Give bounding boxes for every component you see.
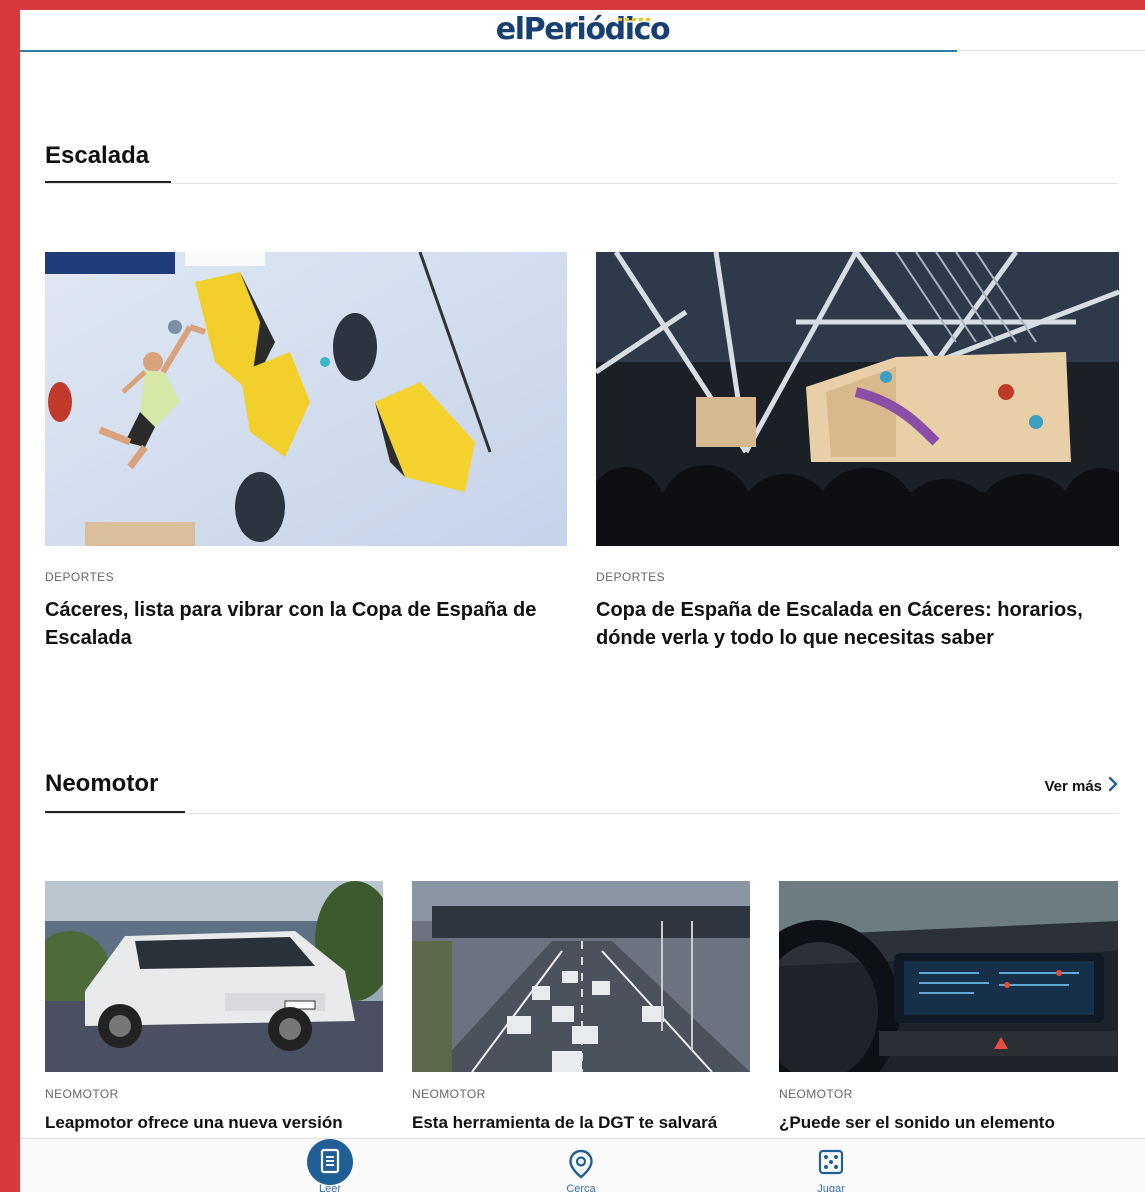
article-kicker: NEOMOTOR <box>412 1087 486 1101</box>
masthead: elPeriódico <box>20 10 1145 54</box>
highway-traffic-photo[interactable] <box>412 881 750 1072</box>
see-more-link[interactable]: Ver más <box>1044 776 1118 796</box>
logo-dots <box>618 18 650 21</box>
app-frame: elPeriódico Escalada DEPORTES Cáceres, l… <box>20 10 1145 1192</box>
reading-progress-bar <box>20 50 957 52</box>
dice-icon <box>818 1149 844 1180</box>
article-card[interactable]: DEPORTES Copa de España de Escalada en C… <box>596 252 1119 682</box>
article-headline[interactable]: ¿Puede ser el sonido un elemento <box>779 1111 1055 1135</box>
chevron-right-icon <box>1108 776 1118 796</box>
section-title: Neomotor <box>45 770 159 797</box>
article-kicker: DEPORTES <box>596 570 665 584</box>
car-dashboard-photo[interactable] <box>779 881 1118 1072</box>
section-header-escalada: Escalada <box>45 142 1118 202</box>
article-kicker: DEPORTES <box>45 570 114 584</box>
nav-label: Cerca <box>566 1183 596 1192</box>
nav-label: Jugar <box>817 1183 845 1192</box>
nav-label: Leer <box>318 1183 342 1192</box>
climber-on-yellow-holds-photo[interactable] <box>45 252 567 546</box>
white-suv-photo[interactable] <box>45 881 383 1072</box>
article-headline[interactable]: Cáceres, lista para vibrar con la Copa d… <box>45 596 567 652</box>
article-kicker: NEOMOTOR <box>779 1087 853 1101</box>
article-kicker: NEOMOTOR <box>45 1087 119 1101</box>
article-card[interactable]: NEOMOTOR Esta herramienta de la DGT te s… <box>412 881 750 1141</box>
site-logo[interactable]: elPeriódico <box>20 13 1145 47</box>
header-divider <box>957 50 1145 51</box>
section-divider <box>45 183 1118 184</box>
article-card[interactable]: NEOMOTOR Leapmotor ofrece una nueva vers… <box>45 881 383 1141</box>
section-header-neomotor: Neomotor Ver más <box>45 770 1118 830</box>
article-headline[interactable]: Copa de España de Escalada en Cáceres: h… <box>596 596 1096 652</box>
article-card[interactable]: NEOMOTOR ¿Puede ser el sonido un element… <box>779 881 1118 1141</box>
location-pin-icon <box>568 1149 594 1184</box>
section-divider <box>45 813 1118 814</box>
article-card[interactable]: DEPORTES Cáceres, lista para vibrar con … <box>45 252 567 652</box>
section-title: Escalada <box>45 142 150 169</box>
article-headline[interactable]: Leapmotor ofrece una nueva versión <box>45 1111 343 1135</box>
climbing-arena-crowd-photo[interactable] <box>596 252 1119 546</box>
see-more-label: Ver más <box>1044 777 1102 795</box>
bottom-navigation: Leer Cerca Jugar <box>20 1138 1145 1192</box>
article-headline[interactable]: Esta herramienta de la DGT te salvará <box>412 1111 717 1135</box>
